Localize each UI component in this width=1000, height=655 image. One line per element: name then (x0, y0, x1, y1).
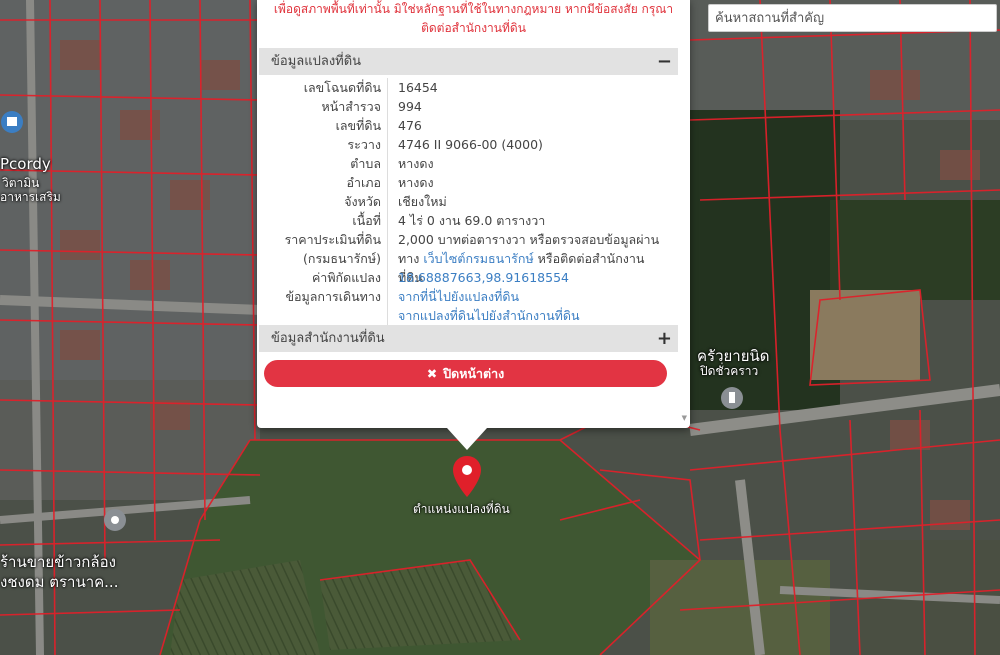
info-row: ตำบล หางดง (259, 154, 678, 173)
parcel-info-popup: เพื่อดูสภาพพื้นที่เท่านั้น มิใช่หลักฐานท… (257, 0, 690, 428)
row-label: เลขโฉนดที่ดิน (303, 80, 381, 95)
row-label: จังหวัด (344, 194, 381, 209)
parcel-info-section-header[interactable]: ข้อมูลแปลงที่ดิน − (259, 48, 678, 75)
popup-pointer (447, 428, 487, 450)
route-to-office-link[interactable]: จากแปลงที่ดินไปยังสำนักงานที่ดิน (398, 308, 580, 323)
row-value: 476 (387, 116, 662, 135)
route-to-parcel-link[interactable]: จากที่นี่ไปยังแปลงที่ดิน (398, 289, 519, 304)
map-label: ปิดชั่วคราว (700, 364, 759, 378)
row-value: 16454 (387, 78, 662, 97)
row-value: 4 ไร่ 0 งาน 69.0 ตารางวา (387, 211, 662, 230)
row-label: อำเภอ (346, 175, 381, 190)
collapse-icon[interactable]: − (657, 48, 672, 75)
coord-row: ค่าพิกัดแปลง 18.68887663,98.91618554 (259, 268, 678, 287)
row-label: ข้อมูลการเดินทาง (285, 289, 381, 304)
land-office-section-header[interactable]: ข้อมูลสำนักงานที่ดิน + (259, 325, 678, 352)
row-value: 18.68887663,98.91618554 (387, 268, 662, 287)
map-label: งชงดม ตรานาค... (0, 573, 119, 591)
coordinates-link[interactable]: 18.68887663,98.91618554 (398, 270, 569, 285)
row-label: ตำบล (350, 156, 381, 171)
marker-label: ตำแหน่งแปลงที่ดิน (413, 502, 510, 516)
poi-pin-icon[interactable] (104, 509, 126, 531)
info-row: ระวาง 4746 II 9066-00 (4000) (259, 135, 678, 154)
row-label: เนื้อที่ (352, 213, 381, 228)
row-value: 2,000 บาทต่อตารางวา หรือตรวจสอบข้อมูลผ่า… (387, 230, 662, 285)
info-row: จังหวัด เชียงใหม่ (259, 192, 678, 211)
row-value: หางดง (387, 154, 662, 173)
map-label: Pcordy (0, 155, 51, 173)
info-row: เลขโฉนดที่ดิน 16454 (259, 78, 678, 97)
row-value: เชียงใหม่ (387, 192, 662, 211)
row-value: จากที่นี่ไปยังแปลงที่ดิน จากแปลงที่ดินไป… (387, 287, 662, 325)
row-label: เลขที่ดิน (335, 118, 381, 133)
poi-pin-icon[interactable] (1, 111, 23, 133)
times-icon: ✖ (426, 366, 438, 381)
scroll-down-icon[interactable]: ▼ (682, 414, 687, 422)
poi-pin-icon[interactable] (721, 387, 743, 409)
disclaimer-text: เพื่อดูสภาพพื้นที่เท่านั้น มิใช่หลักฐานท… (273, 2, 674, 35)
row-label: ราคาประเมินที่ดิน (กรมธนารักษ์) (284, 232, 381, 266)
close-window-button[interactable]: ✖ ปิดหน้าต่าง (264, 360, 667, 387)
treasury-website-link[interactable]: เว็บไซต์กรมธนารักษ์ (423, 251, 533, 266)
row-label: ระวาง (347, 137, 381, 152)
expand-icon[interactable]: + (657, 325, 672, 352)
row-value: หางดง (387, 173, 662, 192)
row-label: ค่าพิกัดแปลง (311, 270, 381, 285)
map-label: อาหารเสริม (0, 190, 61, 204)
info-row: เลขที่ดิน 476 (259, 116, 678, 135)
row-value: 994 (387, 97, 662, 116)
price-row: ราคาประเมินที่ดิน (กรมธนารักษ์) 2,000 บา… (259, 230, 678, 285)
row-label: หน้าสำรวจ (321, 99, 381, 114)
parcel-info-table: เลขโฉนดที่ดิน 16454 หน้าสำรวจ 994 เลขที่… (259, 78, 678, 325)
info-row: เนื้อที่ 4 ไร่ 0 งาน 69.0 ตารางวา (259, 211, 678, 230)
row-value: 4746 II 9066-00 (4000) (387, 135, 662, 154)
info-row: อำเภอ หางดง (259, 173, 678, 192)
search-input[interactable] (708, 4, 997, 32)
info-row: หน้าสำรวจ 994 (259, 97, 678, 116)
route-row: ข้อมูลการเดินทาง จากที่นี่ไปยังแปลงที่ดิ… (259, 287, 678, 325)
